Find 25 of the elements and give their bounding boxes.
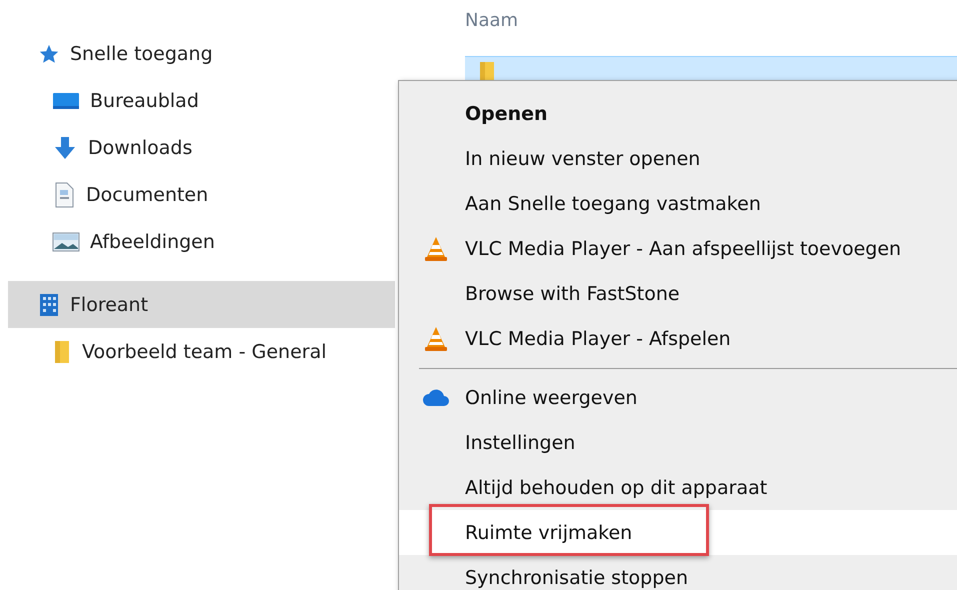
menu-item[interactable]: VLC Media Player - Afspelen bbox=[399, 316, 957, 361]
menu-item[interactable]: Aan Snelle toegang vastmaken bbox=[399, 181, 957, 226]
download-arrow-icon bbox=[52, 136, 78, 160]
folder-icon bbox=[52, 340, 72, 364]
nav-item[interactable]: Downloads bbox=[0, 124, 395, 171]
menu-item[interactable]: VLC Media Player - Aan afspeellijst toevoegen bbox=[399, 226, 957, 271]
nav-item[interactable]: Bureaublad bbox=[0, 77, 395, 124]
column-header[interactable]: Naam bbox=[465, 10, 518, 30]
building-icon bbox=[38, 292, 60, 316]
menu-item[interactable]: Synchronisatie stoppen bbox=[399, 555, 957, 590]
picture-icon bbox=[52, 230, 80, 252]
menu-item[interactable]: Openen bbox=[399, 91, 957, 136]
desktop-icon bbox=[52, 90, 80, 110]
nav-item[interactable]: Snelle toegang bbox=[0, 30, 395, 77]
nav-item[interactable]: Afbeeldingen bbox=[0, 218, 395, 265]
menu-item[interactable]: Altijd behouden op dit apparaat bbox=[399, 465, 957, 510]
menu-item[interactable]: In nieuw venster openen bbox=[399, 136, 957, 181]
menu-item[interactable]: Instellingen bbox=[399, 420, 957, 465]
menu-item[interactable]: Browse with FastStone bbox=[399, 271, 957, 316]
star-icon bbox=[38, 42, 60, 64]
menu-item[interactable]: Online weergeven bbox=[399, 375, 957, 420]
nav-item[interactable]: Voorbeeld team - General bbox=[0, 328, 395, 375]
nav-item[interactable]: Floreant bbox=[8, 281, 395, 328]
nav-item[interactable]: Documenten bbox=[0, 171, 395, 218]
menu-item[interactable]: Ruimte vrijmaken bbox=[399, 510, 957, 555]
